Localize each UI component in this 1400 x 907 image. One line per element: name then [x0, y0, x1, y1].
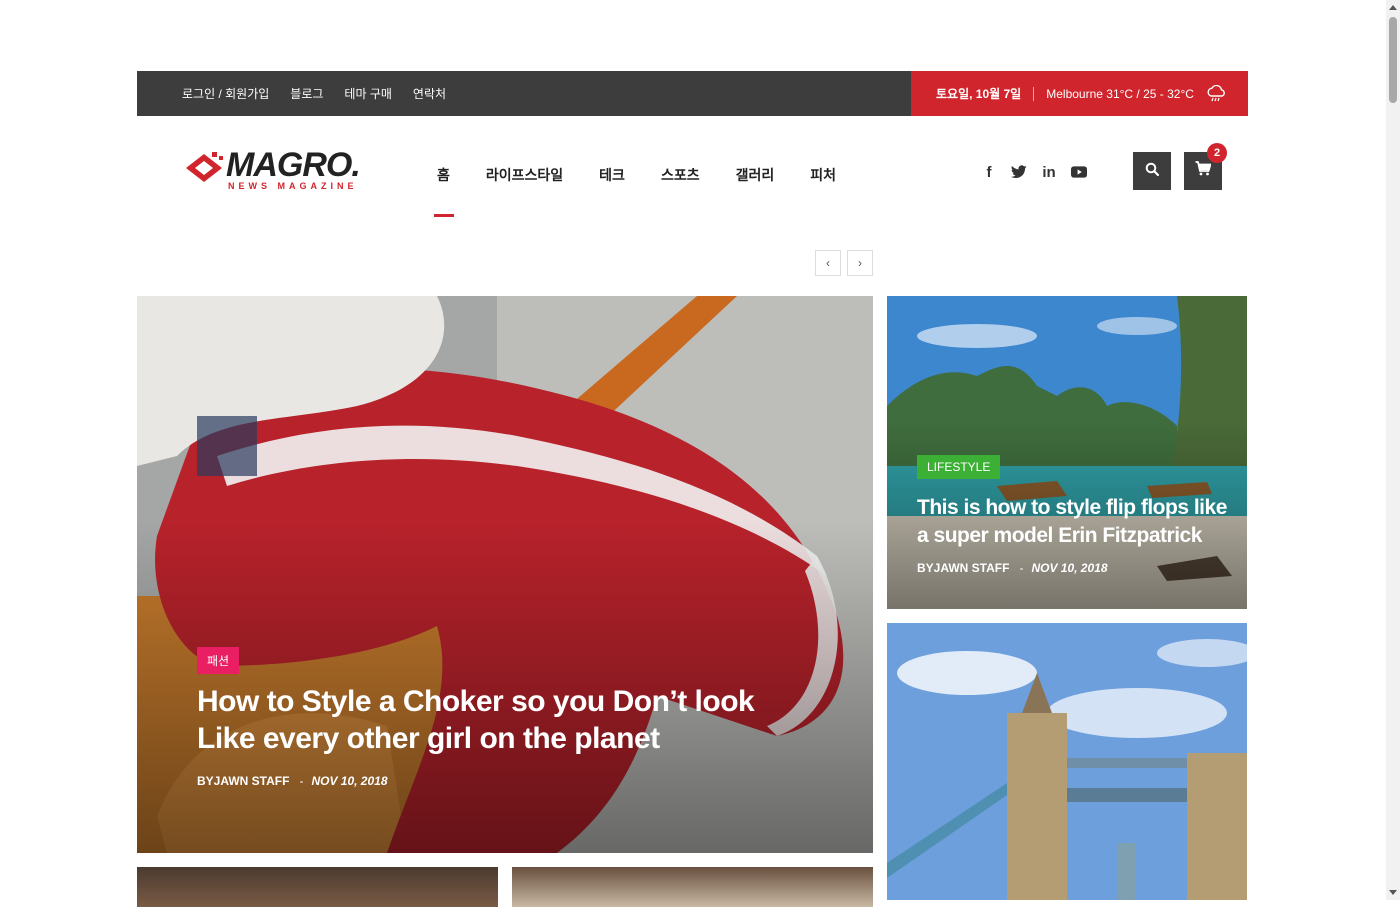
side-post-card-2[interactable] [887, 623, 1247, 900]
bottom-post-image [512, 867, 873, 907]
post-date: NOV 10, 2018 [1031, 561, 1108, 575]
slider-next-button[interactable]: › [847, 250, 873, 276]
weather-text: Melbourne 31°C / 25 - 32°C [1046, 86, 1194, 101]
login-register-link[interactable]: 로그인 / 회원가입 [182, 85, 269, 102]
linkedin-icon[interactable]: in [1041, 163, 1057, 181]
scrollbar-thumb[interactable] [1389, 17, 1397, 103]
cloud-rain-icon [1206, 84, 1226, 103]
author-name[interactable]: BYJAWN STAFF [917, 561, 1009, 575]
slider-prev-button[interactable]: ‹ [815, 250, 841, 276]
post-meta: BYJAWN STAFF - NOV 10, 2018 [197, 774, 388, 788]
page-scrollbar[interactable] [1386, 0, 1400, 900]
divider [1033, 86, 1035, 101]
title-line: How to Style a Choker so you Don’t look [197, 685, 755, 718]
bottom-post-image [137, 867, 498, 907]
slider-controls: ‹ › [815, 250, 873, 276]
category-badge[interactable]: 패션 [197, 647, 240, 674]
search-button[interactable] [1133, 152, 1171, 190]
category-badge[interactable]: LIFESTYLE [917, 455, 1001, 479]
logo-tagline: NEWS MAGAZINE [228, 181, 358, 191]
author-name[interactable]: BYJAWN STAFF [197, 774, 289, 788]
scroll-down-arrow-icon[interactable] [1389, 890, 1397, 895]
blog-link[interactable]: 블로그 [290, 85, 323, 102]
nav-item-lifestyle[interactable]: 라이프스타일 [486, 160, 563, 190]
logo-wordmark: MAGRO. [226, 146, 361, 184]
side-post-image [887, 623, 1247, 900]
main-nav: 홈 라이프스타일 테크 스포츠 갤러리 피처 [434, 160, 872, 217]
cart-count-badge: 2 [1207, 143, 1227, 163]
nav-item-sports[interactable]: 스포츠 [661, 160, 700, 190]
nav-item-feature[interactable]: 피처 [810, 160, 836, 190]
twitter-icon[interactable] [1011, 163, 1027, 181]
site-logo[interactable]: MAGRO. NEWS MAGAZINE [182, 146, 372, 196]
side-post-title[interactable]: This is how to style flip flops like a s… [917, 494, 1227, 550]
bottom-post-card-1[interactable] [137, 867, 498, 907]
nav-item-home[interactable]: 홈 [434, 160, 454, 217]
side-post-card[interactable]: LIFESTYLE This is how to style flip flop… [887, 296, 1247, 609]
title-line: This is how to style flip flops like [917, 496, 1227, 519]
bottom-post-card-2[interactable] [512, 867, 873, 907]
nav-item-gallery[interactable]: 갤러리 [736, 160, 775, 190]
current-date: 토요일, 10월 7일 [936, 87, 1022, 101]
social-links: f in [981, 160, 1087, 184]
top-bar: 로그인 / 회원가입 블로그 테마 구매 연락처 토요일, 10월 7일 Mel… [137, 71, 1248, 116]
featured-post-title[interactable]: How to Style a Choker so you Don’t look … [197, 683, 797, 757]
meta-separator: - [1019, 561, 1024, 575]
date-weather-box: 토요일, 10월 7일 Melbourne 31°C / 25 - 32°C [911, 71, 1248, 116]
scroll-up-arrow-icon[interactable] [1389, 5, 1397, 10]
buy-theme-link[interactable]: 테마 구매 [344, 85, 392, 102]
meta-separator: - [299, 774, 304, 788]
top-links: 로그인 / 회원가입 블로그 테마 구매 연락처 [182, 71, 446, 116]
facebook-icon[interactable]: f [981, 163, 997, 181]
contact-link[interactable]: 연락처 [413, 85, 446, 102]
title-line: a super model Erin Fitzpatrick [917, 524, 1202, 547]
youtube-icon[interactable] [1071, 163, 1087, 181]
logo-mark-icon [182, 150, 226, 195]
featured-post-card[interactable]: 패션 How to Style a Choker so you Don’t lo… [137, 296, 873, 853]
search-icon [1145, 162, 1160, 181]
title-line: Like every other girl on the planet [197, 722, 660, 755]
post-date: NOV 10, 2018 [311, 774, 388, 788]
shopping-cart-icon [1195, 161, 1212, 181]
nav-item-tech[interactable]: 테크 [599, 160, 625, 190]
post-meta: BYJAWN STAFF - NOV 10, 2018 [917, 561, 1108, 575]
